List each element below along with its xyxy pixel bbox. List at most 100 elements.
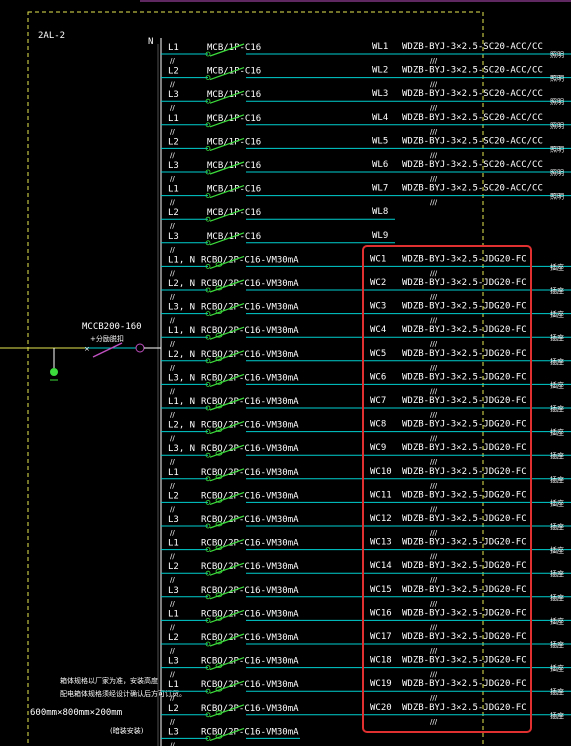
circuit-cable-spec: WDZB-BYJ-3×2.5-JDG20-FC [402,420,527,430]
circuit-phase-label: L2, N [168,279,195,289]
circuit-use-label: 照明 [550,145,564,153]
circuit-cable-spec: WDZB-BYJ-3×2.5-JDG20-FC [402,349,527,359]
cable-conductor-ticks: /// [430,175,438,183]
circuit-phase-tick: // [170,529,175,537]
circuit-cable-spec: WDZB-BYJ-3×2.5-JDG20-FC [402,372,527,382]
circuit-use-label: 插座 [550,404,564,413]
circuit-phase-tick: // [170,81,175,89]
circuit-phase-tick: // [170,57,175,65]
circuit-cable-spec: WDZB-BYJ-3×2.5-JDG20-FC [402,585,527,595]
circuit-phase-label: L1 [168,680,179,690]
circuit-phase-tick: // [170,718,175,726]
circuit-id: WC11 [370,490,392,500]
circuit-phase-label: L1, N [168,255,195,265]
cable-conductor-ticks: /// [430,647,438,655]
circuit-id: WC1 [370,254,386,264]
cable-conductor-ticks: /// [430,529,438,537]
main-breaker-sublabel: +分励脱扣 [90,334,124,343]
cable-conductor-ticks: /// [430,553,438,561]
circuit-phase-label: L2, N [168,350,195,360]
circuit-phase-tick: // [170,505,175,513]
circuit-phase-tick: // [170,222,175,230]
circuit-phase-label: L1 [168,609,179,619]
circuit-phase-label: L2 [168,491,179,501]
cable-conductor-ticks: /// [430,671,438,679]
circuit-use-label: 照明 [550,51,564,59]
cable-conductor-ticks: /// [430,317,438,325]
circuit-phase-label: L3 [168,727,179,737]
circuit-cable-spec: WDZB-BYJ-3×2.5-SC20-ACC/CC [402,184,543,194]
circuit-phase-label: L1 [168,43,179,53]
circuit-id: WC18 [370,656,392,666]
main-breaker-pole-mark: ⨯ [84,345,90,353]
circuit-use-label: 插座 [550,687,564,696]
cable-conductor-ticks: /// [430,458,438,466]
enclosure-note-2: 配电箱体规格须经设计确认后方可订货。 [60,689,186,698]
circuit-phase-tick: // [170,317,175,325]
circuit-phase-tick: // [170,458,175,466]
cable-conductor-ticks: /// [430,81,438,89]
circuit-use-label: 插座 [550,522,564,531]
circuit-id: WC6 [370,372,386,382]
cable-conductor-ticks: /// [430,199,438,207]
cable-conductor-ticks: /// [430,293,438,301]
circuit-phase-tick: // [170,647,175,655]
circuit-cable-spec: WDZB-BYJ-3×2.5-JDG20-FC [402,325,527,335]
circuit-cable-spec: WDZB-BYJ-3×2.5-SC20-ACC/CC [402,136,543,146]
circuit-use-label: 插座 [550,357,564,366]
spd-icon [50,368,58,376]
circuit-cable-spec: WDZB-BYJ-3×2.5-JDG20-FC [402,608,527,618]
circuit-phase-tick: // [170,411,175,419]
circuit-cable-spec: WDZB-BYJ-3×2.5-SC20-ACC/CC [402,66,543,76]
circuit-phase-tick: // [170,128,175,136]
circuit-cable-spec: WDZB-BYJ-3×2.5-SC20-ACC/CC [402,113,543,123]
circuit-phase-tick: // [170,269,175,277]
cable-conductor-ticks: /// [430,482,438,490]
cable-conductor-ticks: /// [430,505,438,513]
circuit-phase-tick: // [170,175,175,183]
circuit-phase-label: L2 [168,633,179,643]
circuit-id: WC19 [370,679,392,689]
circuit-use-label: 插座 [550,569,564,578]
circuit-id: WL3 [372,89,388,99]
neutral-label: N [148,37,153,47]
circuit-use-label: 插座 [550,380,564,389]
circuit-id: WL8 [372,207,388,217]
circuit-cable-spec: WDZB-BYJ-3×2.5-JDG20-FC [402,302,527,312]
circuit-id: WC14 [370,561,392,571]
circuit-phase-label: L3, N [168,444,195,454]
circuit-phase-label: L1 [168,185,179,195]
circuit-use-label: 插座 [550,333,564,342]
circuit-use-label: 插座 [550,262,564,271]
circuit-id: WL6 [372,160,388,170]
cable-conductor-ticks: /// [430,151,438,159]
circuit-cable-spec: WDZB-BYJ-3×2.5-JDG20-FC [402,278,527,288]
circuit-cable-spec: WDZB-BYJ-3×2.5-JDG20-FC [402,703,527,713]
main-breaker-label: MCCB200-160 [82,322,142,332]
circuit-phase-tick: // [170,293,175,301]
distribution-panel-diagram: 2AL-2 N MCCB200-160 +分励脱扣 ⨯ 箱体规格以厂家为准，安装… [0,0,571,746]
circuit-cable-spec: WDZB-BYJ-3×2.5-JDG20-FC [402,490,527,500]
circuit-id: WL7 [372,184,388,194]
circuit-use-label: 插座 [550,640,564,649]
cable-conductor-ticks: /// [430,694,438,702]
circuit-phase-label: L1, N [168,326,195,336]
circuit-id: WC8 [370,420,386,430]
circuit-phase-tick: // [170,671,175,679]
circuit-id: WC16 [370,608,392,618]
circuit-use-label: 照明 [550,193,564,201]
circuit-id: WC4 [370,325,386,335]
circuit-cable-spec: WDZB-BYJ-3×2.5-JDG20-FC [402,538,527,548]
cable-conductor-ticks: /// [430,57,438,65]
circuit-use-label: 插座 [550,428,564,437]
circuit-phase-tick: // [170,435,175,443]
circuit-cable-spec: WDZB-BYJ-3×2.5-JDG20-FC [402,656,527,666]
circuit-phase-label: L3 [168,586,179,596]
circuit-cable-spec: WDZB-BYJ-3×2.5-JDG20-FC [402,396,527,406]
circuit-cable-spec: WDZB-BYJ-3×2.5-JDG20-FC [402,467,527,477]
main-breaker-switch [92,342,123,358]
circuit-cable-spec: WDZB-BYJ-3×2.5-SC20-ACC/CC [402,89,543,99]
circuit-cable-spec: WDZB-BYJ-3×2.5-JDG20-FC [402,632,527,642]
circuit-phase-label: L2 [168,137,179,147]
circuit-use-label: 插座 [550,711,564,720]
